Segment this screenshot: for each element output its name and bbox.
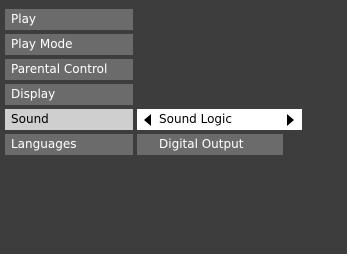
menu-item-parental-control[interactable]: Parental Control: [5, 59, 133, 80]
submenu-item-sound-logic[interactable]: Sound Logic: [137, 109, 302, 130]
menu-item-languages[interactable]: Languages: [5, 134, 133, 155]
left-arrow-icon[interactable]: [144, 114, 151, 126]
submenu-item-label: Digital Output: [159, 137, 244, 151]
submenu-item-label: Sound Logic: [159, 112, 232, 126]
menu-item-play[interactable]: Play: [5, 9, 133, 30]
osd-screen: Play Play Mode Parental Control Display …: [0, 0, 347, 254]
menu-item-display[interactable]: Display: [5, 84, 133, 105]
right-arrow-icon[interactable]: [287, 114, 294, 126]
menu-item-sound[interactable]: Sound: [5, 109, 133, 130]
menu-item-play-mode[interactable]: Play Mode: [5, 34, 133, 55]
submenu-item-digital-output[interactable]: Digital Output: [137, 134, 283, 155]
